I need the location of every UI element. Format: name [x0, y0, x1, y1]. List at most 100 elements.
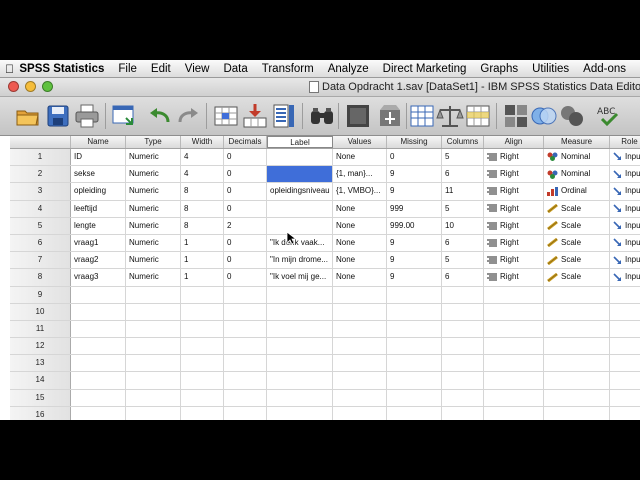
table-row[interactable]: 10 — [10, 303, 640, 321]
cell-decimals[interactable]: 0 — [224, 252, 267, 269]
insert-variable-icon[interactable] — [376, 102, 404, 130]
cell-missing[interactable] — [387, 372, 442, 389]
cell-type[interactable]: Numeric — [126, 234, 181, 252]
cell-columns[interactable] — [442, 372, 484, 389]
cell-width[interactable] — [181, 406, 224, 420]
cell-name[interactable] — [71, 338, 126, 355]
cell-type[interactable] — [126, 338, 181, 355]
cell-name[interactable]: opleiding — [71, 183, 126, 200]
cell-role[interactable] — [610, 390, 640, 406]
cell-decimals[interactable] — [224, 406, 267, 420]
column-header-decimals[interactable]: Decimals — [224, 136, 267, 148]
cell-align[interactable]: Right — [484, 234, 544, 252]
cell-values[interactable] — [333, 320, 387, 338]
cell-rownum[interactable]: 7 — [10, 252, 71, 269]
table-row[interactable]: 11 — [10, 320, 640, 339]
cell-role[interactable]: Input — [610, 269, 640, 285]
value-labels-icon[interactable] — [502, 102, 530, 130]
cell-label[interactable]: "Ik denk vaak... — [267, 234, 333, 252]
cell-columns[interactable]: 5 — [442, 149, 484, 166]
cell-values[interactable]: None — [333, 234, 387, 252]
redo-icon[interactable] — [174, 102, 202, 130]
cell-align[interactable]: Right — [484, 183, 544, 200]
cell-role[interactable] — [610, 304, 640, 320]
cell-rownum[interactable]: 13 — [10, 355, 71, 372]
cell-label[interactable] — [267, 303, 333, 320]
menu-app-name[interactable]: SPSS Statistics — [19, 63, 104, 75]
cell-label[interactable]: "In mijn drome... — [267, 252, 333, 269]
cell-missing[interactable] — [387, 338, 442, 355]
table-row[interactable]: 14 — [10, 372, 640, 390]
cell-name[interactable] — [71, 372, 126, 389]
cell-columns[interactable] — [442, 338, 484, 355]
cell-align[interactable] — [484, 320, 544, 338]
cell-label[interactable] — [267, 372, 333, 389]
cell-align[interactable] — [484, 406, 544, 420]
cell-align[interactable]: Right — [484, 217, 544, 234]
cell-measure[interactable]: Scale — [544, 269, 610, 286]
cell-role[interactable]: Input — [610, 201, 640, 217]
cell-type[interactable]: Numeric — [126, 200, 181, 217]
cell-measure[interactable] — [544, 303, 610, 320]
cell-missing[interactable] — [387, 320, 442, 338]
cell-missing[interactable]: 999.00 — [387, 217, 442, 234]
cell-columns[interactable]: 11 — [442, 183, 484, 200]
cell-measure[interactable] — [544, 389, 610, 406]
cell-measure[interactable]: Scale — [544, 217, 610, 234]
cell-measure[interactable] — [544, 320, 610, 338]
cell-columns[interactable]: 6 — [442, 269, 484, 286]
cell-decimals[interactable] — [224, 389, 267, 406]
menu-graphs[interactable]: Graphs — [480, 63, 518, 75]
cell-align[interactable] — [484, 303, 544, 320]
cell-width[interactable]: 8 — [181, 217, 224, 234]
cell-rownum[interactable]: 11 — [10, 320, 71, 338]
menu-view[interactable]: View — [185, 63, 210, 75]
cell-measure[interactable]: Scale — [544, 252, 610, 269]
cell-values[interactable]: None — [333, 200, 387, 217]
cell-decimals[interactable]: 2 — [224, 217, 267, 234]
column-header-measure[interactable]: Measure — [544, 136, 610, 148]
cell-decimals[interactable]: 0 — [224, 149, 267, 166]
cell-decimals[interactable] — [224, 338, 267, 355]
cell-columns[interactable] — [442, 389, 484, 406]
weight-cases-icon[interactable] — [436, 102, 464, 130]
cell-name[interactable]: ID — [71, 149, 126, 166]
cell-role[interactable]: Input — [610, 183, 640, 199]
cell-missing[interactable] — [387, 286, 442, 303]
cell-width[interactable] — [181, 286, 224, 303]
cell-label[interactable]: opleidingsniveau — [267, 183, 333, 200]
cell-missing[interactable] — [387, 355, 442, 372]
cell-label[interactable] — [267, 166, 333, 183]
cell-label[interactable] — [267, 338, 333, 355]
cell-rownum[interactable]: 1 — [10, 149, 71, 166]
cell-label[interactable] — [267, 217, 333, 234]
cell-missing[interactable]: 0 — [387, 149, 442, 166]
cell-rownum[interactable]: 4 — [10, 200, 71, 217]
cell-align[interactable] — [484, 355, 544, 372]
column-header-role[interactable]: Role — [610, 136, 640, 148]
column-header-align[interactable]: Align — [484, 136, 544, 148]
cell-align[interactable] — [484, 389, 544, 406]
cell-values[interactable] — [333, 286, 387, 303]
cell-label[interactable] — [267, 149, 333, 166]
cell-width[interactable]: 8 — [181, 183, 224, 200]
cell-columns[interactable]: 5 — [442, 252, 484, 269]
cell-type[interactable] — [126, 406, 181, 420]
cell-type[interactable]: Numeric — [126, 166, 181, 183]
select-cases-icon[interactable] — [464, 102, 492, 130]
cell-role[interactable] — [610, 321, 640, 337]
cell-values[interactable] — [333, 355, 387, 372]
split-file-icon[interactable] — [408, 102, 436, 130]
apple-icon[interactable]:  — [0, 62, 19, 76]
cell-role[interactable] — [610, 407, 640, 420]
cell-rownum[interactable]: 16 — [10, 406, 71, 420]
cell-align[interactable]: Right — [484, 252, 544, 269]
cell-measure[interactable]: Nominal — [544, 166, 610, 183]
cell-columns[interactable] — [442, 286, 484, 303]
variables-icon[interactable] — [270, 102, 298, 130]
cell-columns[interactable] — [442, 406, 484, 420]
cell-decimals[interactable] — [224, 286, 267, 303]
cell-rownum[interactable]: 8 — [10, 269, 71, 286]
cell-name[interactable] — [71, 406, 126, 420]
cell-missing[interactable]: 9 — [387, 234, 442, 252]
